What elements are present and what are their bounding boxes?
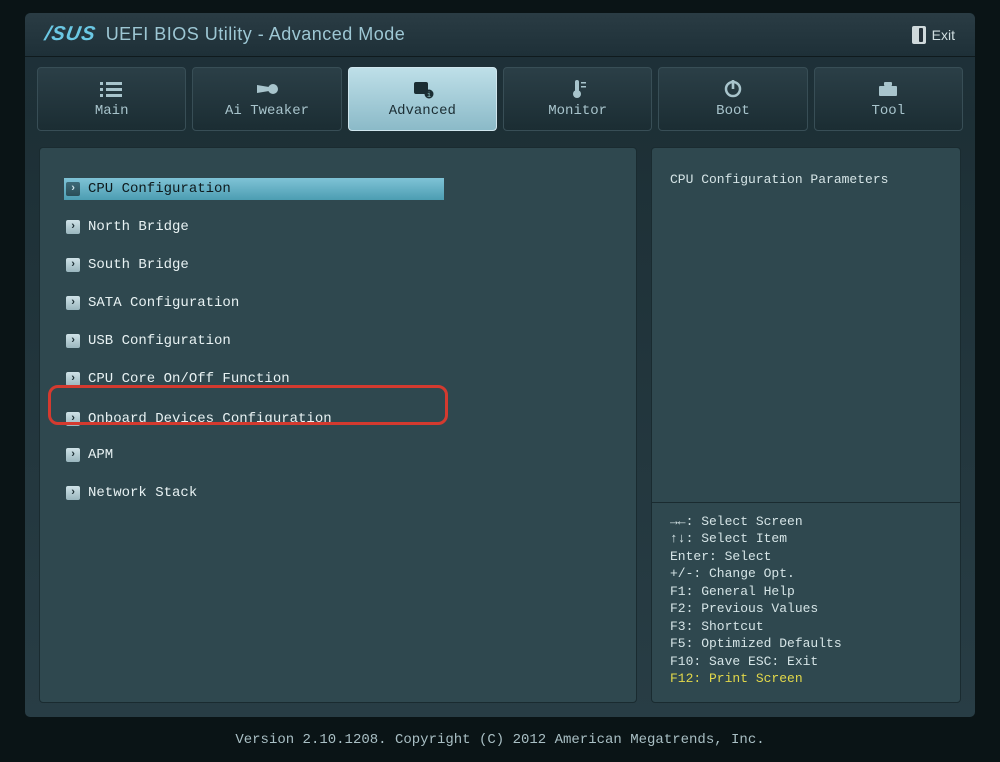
menu-label: Onboard Devices Configuration xyxy=(88,411,332,427)
help-line: →←: Select Screen xyxy=(670,513,942,531)
chevron-right-icon: › xyxy=(66,412,80,426)
menu-label: APM xyxy=(88,447,113,463)
tab-bar: Main Ai Tweaker i Advanced Monitor Boot … xyxy=(25,57,975,131)
chevron-right-icon: › xyxy=(66,182,80,196)
help-panel: CPU Configuration Parameters →←: Select … xyxy=(651,147,961,703)
help-line: ↑↓: Select Item xyxy=(670,530,942,548)
content-area: › CPU Configuration › North Bridge › Sou… xyxy=(25,131,975,717)
tab-monitor[interactable]: Monitor xyxy=(503,67,652,131)
menu-panel: › CPU Configuration › North Bridge › Sou… xyxy=(39,147,637,703)
bios-window: /SUS UEFI BIOS Utility - Advanced Mode E… xyxy=(24,12,976,718)
menu-item-usb-configuration[interactable]: › USB Configuration xyxy=(64,330,444,352)
tab-label: Tool xyxy=(872,103,906,119)
menu-label: South Bridge xyxy=(88,257,189,273)
menu-label: North Bridge xyxy=(88,219,189,235)
help-description: CPU Configuration Parameters xyxy=(670,172,942,492)
help-line: F2: Previous Values xyxy=(670,600,942,618)
brand-logo: /SUS xyxy=(43,23,98,46)
title-group: /SUS UEFI BIOS Utility - Advanced Mode xyxy=(45,23,405,46)
help-line: +/-: Change Opt. xyxy=(670,565,942,583)
tab-label: Ai Tweaker xyxy=(225,103,309,119)
footer-text: Version 2.10.1208. Copyright (C) 2012 Am… xyxy=(0,732,1000,748)
tab-tool[interactable]: Tool xyxy=(814,67,963,131)
chevron-right-icon: › xyxy=(66,258,80,272)
chip-icon: i xyxy=(408,79,436,99)
thermometer-icon xyxy=(564,79,592,99)
titlebar: /SUS UEFI BIOS Utility - Advanced Mode E… xyxy=(25,13,975,57)
svg-text:i: i xyxy=(427,92,431,99)
divider xyxy=(652,502,960,503)
exit-button[interactable]: Exit xyxy=(912,26,955,44)
menu-item-network-stack[interactable]: › Network Stack xyxy=(64,482,444,504)
tab-label: Main xyxy=(95,103,129,119)
tab-label: Advanced xyxy=(389,103,456,119)
key-help: →←: Select Screen ↑↓: Select Item Enter:… xyxy=(670,513,942,688)
help-line-highlight: F12: Print Screen xyxy=(670,670,942,688)
menu-label: Network Stack xyxy=(88,485,197,501)
help-line: F10: Save ESC: Exit xyxy=(670,653,942,671)
exit-label: Exit xyxy=(932,27,955,43)
menu-item-apm[interactable]: › APM xyxy=(64,444,444,466)
chevron-right-icon: › xyxy=(66,372,80,386)
tab-advanced[interactable]: i Advanced xyxy=(348,67,497,131)
tab-ai-tweaker[interactable]: Ai Tweaker xyxy=(192,67,341,131)
menu-label: USB Configuration xyxy=(88,333,231,349)
help-line: F3: Shortcut xyxy=(670,618,942,636)
chevron-right-icon: › xyxy=(66,296,80,310)
tab-label: Monitor xyxy=(548,103,607,119)
tab-boot[interactable]: Boot xyxy=(658,67,807,131)
window-title: UEFI BIOS Utility - Advanced Mode xyxy=(106,24,406,45)
menu-list: › CPU Configuration › North Bridge › Sou… xyxy=(64,178,612,504)
chevron-right-icon: › xyxy=(66,486,80,500)
comet-icon xyxy=(253,79,281,99)
door-icon xyxy=(912,26,926,44)
menu-label: SATA Configuration xyxy=(88,295,239,311)
power-icon xyxy=(719,79,747,99)
tab-main[interactable]: Main xyxy=(37,67,186,131)
toolbox-icon xyxy=(874,79,902,99)
menu-item-cpu-configuration[interactable]: › CPU Configuration xyxy=(64,178,444,200)
menu-label: CPU Core On/Off Function xyxy=(88,371,290,387)
help-line: Enter: Select xyxy=(670,548,942,566)
tab-label: Boot xyxy=(716,103,750,119)
chevron-right-icon: › xyxy=(66,448,80,462)
help-line: F1: General Help xyxy=(670,583,942,601)
menu-item-sata-configuration[interactable]: › SATA Configuration xyxy=(64,292,444,314)
menu-item-south-bridge[interactable]: › South Bridge xyxy=(64,254,444,276)
menu-label: CPU Configuration xyxy=(88,181,231,197)
chevron-right-icon: › xyxy=(66,220,80,234)
menu-item-north-bridge[interactable]: › North Bridge xyxy=(64,216,444,238)
menu-item-cpu-core-onoff[interactable]: › CPU Core On/Off Function xyxy=(64,368,444,390)
list-icon xyxy=(98,79,126,99)
chevron-right-icon: › xyxy=(66,334,80,348)
help-line: F5: Optimized Defaults xyxy=(670,635,942,653)
menu-item-onboard-devices[interactable]: › Onboard Devices Configuration xyxy=(64,408,444,430)
